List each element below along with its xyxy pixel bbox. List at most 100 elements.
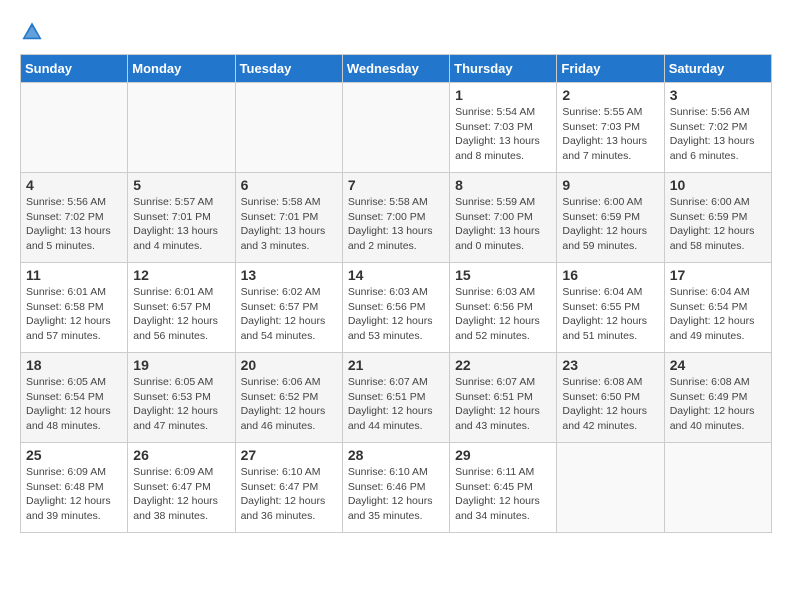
day-info: Sunrise: 6:07 AM Sunset: 6:51 PM Dayligh… (348, 375, 444, 434)
calendar-cell: 8 Sunrise: 5:59 AM Sunset: 7:00 PM Daylig… (450, 173, 557, 263)
day-number: 4 (26, 177, 122, 193)
calendar-cell: 4 Sunrise: 5:56 AM Sunset: 7:02 PM Daylig… (21, 173, 128, 263)
calendar-cell: 19Sunrise: 6:05 AM Sunset: 6:53 PM Dayli… (128, 353, 235, 443)
day-number: 7 (348, 177, 444, 193)
day-info: Sunrise: 6:07 AM Sunset: 6:51 PM Dayligh… (455, 375, 551, 434)
calendar-cell: 27 Sunrise: 6:10 AM Sunset: 6:47 PM Dayli… (235, 443, 342, 533)
day-info: Sunrise: 6:04 AM Sunset: 6:54 PM Dayligh… (670, 285, 766, 344)
calendar-header-row: SundayMondayTuesdayWednesdayThursdayFrid… (21, 55, 772, 83)
weekday-header: Monday (128, 55, 235, 83)
day-number: 28 (348, 447, 444, 463)
day-number: 3 (670, 87, 766, 103)
day-info: Sunrise: 6:01 AM Sunset: 6:58 PM Dayligh… (26, 285, 122, 344)
logo (20, 20, 48, 44)
calendar-cell (235, 83, 342, 173)
weekday-header: Wednesday (342, 55, 449, 83)
calendar-week-row: 25 Sunrise: 6:09 AM Sunset: 6:48 PM Dayli… (21, 443, 772, 533)
day-number: 11 (26, 267, 122, 283)
calendar-cell: 10 Sunrise: 6:00 AM Sunset: 6:59 PM Dayli… (664, 173, 771, 263)
day-info: Sunrise: 6:10 AM Sunset: 6:47 PM Dayligh… (241, 465, 337, 524)
day-info: Sunrise: 6:02 AM Sunset: 6:57 PM Dayligh… (241, 285, 337, 344)
calendar-week-row: 1 Sunrise: 5:54 AM Sunset: 7:03 PM Daylig… (21, 83, 772, 173)
day-info: Sunrise: 6:03 AM Sunset: 6:56 PM Dayligh… (348, 285, 444, 344)
day-number: 14 (348, 267, 444, 283)
day-number: 21 (348, 357, 444, 373)
day-info: Sunrise: 6:03 AM Sunset: 6:56 PM Dayligh… (455, 285, 551, 344)
calendar-week-row: 18 Sunrise: 6:05 AM Sunset: 6:54 PM Dayli… (21, 353, 772, 443)
day-info: Sunrise: 5:56 AM Sunset: 7:02 PM Dayligh… (670, 105, 766, 164)
day-number: 25 (26, 447, 122, 463)
day-number: 2 (562, 87, 658, 103)
calendar-cell: 14 Sunrise: 6:03 AM Sunset: 6:56 PM Dayli… (342, 263, 449, 353)
logo-icon (20, 20, 44, 44)
day-number: 18 (26, 357, 122, 373)
day-info: Sunrise: 5:59 AM Sunset: 7:00 PM Dayligh… (455, 195, 551, 254)
day-number: 17 (670, 267, 766, 283)
day-info: Sunrise: 6:05 AM Sunset: 6:53 PM Dayligh… (133, 375, 229, 434)
day-info: Sunrise: 6:09 AM Sunset: 6:47 PM Dayligh… (133, 465, 229, 524)
day-info: Sunrise: 6:11 AM Sunset: 6:45 PM Dayligh… (455, 465, 551, 524)
day-info: Sunrise: 5:58 AM Sunset: 7:01 PM Dayligh… (241, 195, 337, 254)
weekday-header: Sunday (21, 55, 128, 83)
day-number: 26 (133, 447, 229, 463)
calendar-cell: 1 Sunrise: 5:54 AM Sunset: 7:03 PM Daylig… (450, 83, 557, 173)
day-number: 9 (562, 177, 658, 193)
calendar-cell: 25 Sunrise: 6:09 AM Sunset: 6:48 PM Dayli… (21, 443, 128, 533)
calendar-cell: 3 Sunrise: 5:56 AM Sunset: 7:02 PM Daylig… (664, 83, 771, 173)
calendar-cell: 13 Sunrise: 6:02 AM Sunset: 6:57 PM Dayli… (235, 263, 342, 353)
weekday-header: Thursday (450, 55, 557, 83)
day-info: Sunrise: 6:00 AM Sunset: 6:59 PM Dayligh… (670, 195, 766, 254)
day-number: 22 (455, 357, 551, 373)
day-number: 20 (241, 357, 337, 373)
calendar-cell (557, 443, 664, 533)
calendar-cell: 28 Sunrise: 6:10 AM Sunset: 6:46 PM Dayli… (342, 443, 449, 533)
calendar-cell: 2 Sunrise: 5:55 AM Sunset: 7:03 PM Daylig… (557, 83, 664, 173)
day-info: Sunrise: 6:01 AM Sunset: 6:57 PM Dayligh… (133, 285, 229, 344)
day-number: 16 (562, 267, 658, 283)
calendar-cell: 24Sunrise: 6:08 AM Sunset: 6:49 PM Dayli… (664, 353, 771, 443)
calendar-week-row: 11 Sunrise: 6:01 AM Sunset: 6:58 PM Dayli… (21, 263, 772, 353)
day-info: Sunrise: 5:54 AM Sunset: 7:03 PM Dayligh… (455, 105, 551, 164)
day-number: 15 (455, 267, 551, 283)
day-number: 23 (562, 357, 658, 373)
day-info: Sunrise: 6:09 AM Sunset: 6:48 PM Dayligh… (26, 465, 122, 524)
calendar-week-row: 4 Sunrise: 5:56 AM Sunset: 7:02 PM Daylig… (21, 173, 772, 263)
day-number: 27 (241, 447, 337, 463)
day-info: Sunrise: 5:56 AM Sunset: 7:02 PM Dayligh… (26, 195, 122, 254)
calendar-cell: 17 Sunrise: 6:04 AM Sunset: 6:54 PM Dayli… (664, 263, 771, 353)
day-info: Sunrise: 6:08 AM Sunset: 6:49 PM Dayligh… (670, 375, 766, 434)
page-header (20, 20, 772, 44)
day-number: 8 (455, 177, 551, 193)
day-info: Sunrise: 6:00 AM Sunset: 6:59 PM Dayligh… (562, 195, 658, 254)
calendar-cell (21, 83, 128, 173)
calendar-cell: 5 Sunrise: 5:57 AM Sunset: 7:01 PM Daylig… (128, 173, 235, 263)
calendar-cell: 26 Sunrise: 6:09 AM Sunset: 6:47 PM Dayli… (128, 443, 235, 533)
calendar-cell: 21 Sunrise: 6:07 AM Sunset: 6:51 PM Dayli… (342, 353, 449, 443)
day-number: 10 (670, 177, 766, 193)
calendar-cell: 15 Sunrise: 6:03 AM Sunset: 6:56 PM Dayli… (450, 263, 557, 353)
calendar-cell: 6Sunrise: 5:58 AM Sunset: 7:01 PM Daylig… (235, 173, 342, 263)
day-info: Sunrise: 5:57 AM Sunset: 7:01 PM Dayligh… (133, 195, 229, 254)
calendar-cell (664, 443, 771, 533)
day-info: Sunrise: 6:10 AM Sunset: 6:46 PM Dayligh… (348, 465, 444, 524)
day-number: 13 (241, 267, 337, 283)
day-info: Sunrise: 5:55 AM Sunset: 7:03 PM Dayligh… (562, 105, 658, 164)
day-number: 29 (455, 447, 551, 463)
day-info: Sunrise: 6:05 AM Sunset: 6:54 PM Dayligh… (26, 375, 122, 434)
day-info: Sunrise: 6:08 AM Sunset: 6:50 PM Dayligh… (562, 375, 658, 434)
calendar-cell: 16 Sunrise: 6:04 AM Sunset: 6:55 PM Dayli… (557, 263, 664, 353)
calendar-cell: 20Sunrise: 6:06 AM Sunset: 6:52 PM Dayli… (235, 353, 342, 443)
calendar-cell (128, 83, 235, 173)
weekday-header: Tuesday (235, 55, 342, 83)
calendar-cell: 7Sunrise: 5:58 AM Sunset: 7:00 PM Daylig… (342, 173, 449, 263)
calendar-cell: 18 Sunrise: 6:05 AM Sunset: 6:54 PM Dayli… (21, 353, 128, 443)
day-info: Sunrise: 6:04 AM Sunset: 6:55 PM Dayligh… (562, 285, 658, 344)
calendar-cell: 9 Sunrise: 6:00 AM Sunset: 6:59 PM Daylig… (557, 173, 664, 263)
day-number: 5 (133, 177, 229, 193)
day-number: 1 (455, 87, 551, 103)
weekday-header: Saturday (664, 55, 771, 83)
calendar-cell (342, 83, 449, 173)
weekday-header: Friday (557, 55, 664, 83)
calendar-cell: 29 Sunrise: 6:11 AM Sunset: 6:45 PM Dayli… (450, 443, 557, 533)
calendar-cell: 12Sunrise: 6:01 AM Sunset: 6:57 PM Dayli… (128, 263, 235, 353)
